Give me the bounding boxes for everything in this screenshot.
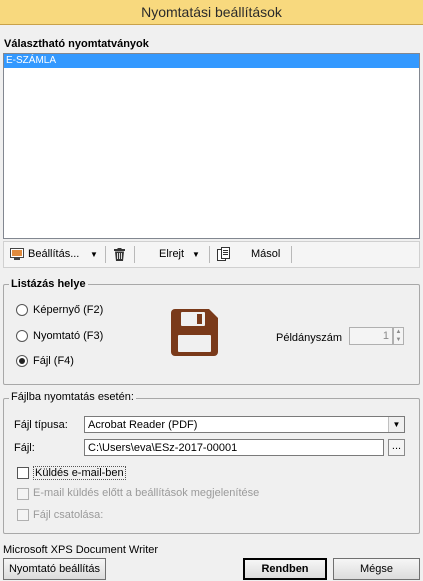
chevron-down-icon: ▼ [192, 250, 200, 259]
chevron-down-icon[interactable]: ▼ [388, 417, 404, 432]
hide-button[interactable]: Elrejt ▼ [154, 242, 204, 267]
cancel-button[interactable]: Mégse [333, 558, 420, 580]
list-item[interactable]: E-SZÁMLA [4, 54, 419, 68]
output-location-label: Listázás helye [9, 278, 88, 290]
printer-radio-label[interactable]: Nyomtató (F3) [33, 330, 103, 342]
forms-list-label: Választható nyomtatványok [4, 38, 149, 50]
settings-button[interactable]: Beállítás... ▼ [8, 242, 100, 267]
printer-name: Microsoft XPS Document Writer [3, 544, 159, 556]
copy-icon-button[interactable] [215, 242, 235, 267]
trash-icon [114, 248, 125, 261]
file-print-label: Fájlba nyomtatás esetén: [9, 391, 136, 403]
ok-button[interactable]: Rendben [243, 558, 327, 580]
monitor-settings-icon [10, 248, 24, 260]
copy-button[interactable]: Másol [251, 242, 291, 267]
toolbar-separator [291, 246, 292, 263]
file-path-input[interactable]: C:\Users\eva\ESz-2017-00001 [84, 439, 384, 456]
file-type-label: Fájl típusa: [14, 419, 68, 431]
file-radio[interactable] [16, 355, 28, 367]
screen-radio-label[interactable]: Képernyő (F2) [33, 304, 103, 316]
copies-spin-buttons[interactable]: ▲ ▼ [393, 327, 404, 345]
file-type-select[interactable]: Acrobat Reader (PDF) ▼ [84, 416, 405, 433]
show-settings-label: E-mail küldés előtt a beállítások megjel… [33, 487, 260, 499]
copy-icon [217, 247, 230, 261]
printer-radio[interactable] [16, 330, 28, 342]
toolbar-separator [105, 246, 106, 263]
forms-listbox[interactable]: E-SZÁMLA [3, 53, 420, 239]
forms-toolbar: Beállítás... ▼ Elrejt ▼ Másol [3, 241, 420, 268]
copies-spinner[interactable]: 1 [349, 327, 393, 345]
toolbar-separator [209, 246, 210, 263]
spin-down-icon[interactable]: ▼ [394, 336, 403, 344]
spin-up-icon[interactable]: ▲ [394, 328, 403, 336]
send-email-label[interactable]: Küldés e-mail-ben [33, 466, 126, 480]
file-type-value: Acrobat Reader (PDF) [88, 419, 198, 431]
send-email-checkbox[interactable] [17, 467, 29, 479]
toolbar-separator [134, 246, 135, 263]
show-settings-checkbox [17, 488, 29, 500]
file-label: Fájl: [14, 442, 35, 454]
delete-button[interactable] [112, 242, 130, 267]
attach-file-label: Fájl csatolása: [33, 509, 104, 521]
attach-file-checkbox [17, 509, 29, 521]
printer-settings-button[interactable]: Nyomtató beállítás [3, 558, 106, 580]
hide-button-label: Elrejt [159, 248, 185, 260]
window-title: Nyomtatási beállítások [0, 0, 423, 25]
chevron-down-icon: ▼ [90, 250, 98, 259]
screen-radio[interactable] [16, 304, 28, 316]
copy-button-label: Másol [251, 248, 281, 260]
copies-label: Példányszám [276, 332, 343, 344]
floppy-disk-icon [171, 309, 218, 356]
browse-button[interactable]: ... [388, 439, 405, 456]
file-radio-label[interactable]: Fájl (F4) [33, 355, 74, 367]
copies-value: 1 [382, 330, 389, 342]
settings-button-label: Beállítás... [28, 248, 80, 260]
